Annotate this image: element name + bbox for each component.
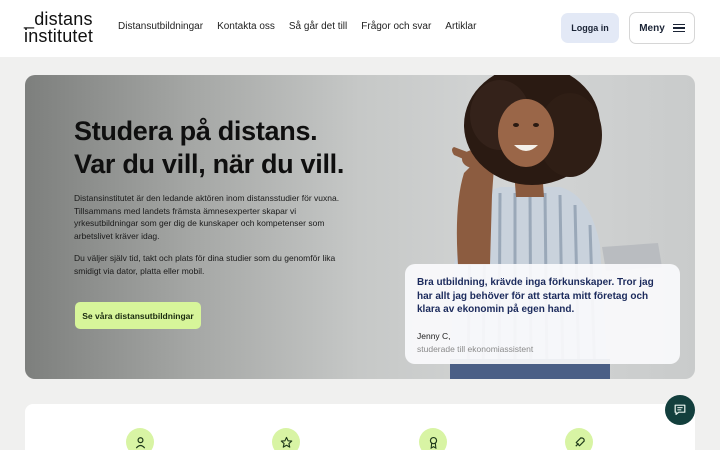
see-educations-button[interactable]: Se våra distansutbildningar (75, 302, 201, 329)
hero-title-line-2: Var du vill, när du vill. (74, 149, 345, 179)
hero-banner: Studera på distans. Var du vill, när du … (25, 75, 695, 379)
nav-distansutbildningar[interactable]: Distansutbildningar (118, 21, 203, 32)
nav-fragor-och-svar[interactable]: Frågor och svar (361, 21, 431, 32)
chat-icon (674, 404, 686, 415)
nav-artiklar[interactable]: Artiklar (445, 21, 476, 32)
testimonial-role: studerade till ekonomiassistent (417, 343, 534, 354)
site-logo[interactable]: _distans institutet (24, 10, 100, 46)
nav-kontakta-oss[interactable]: Kontakta oss (217, 21, 275, 32)
main-nav: Distansutbildningar Kontakta oss Så går … (118, 21, 490, 32)
login-button[interactable]: Logga in (561, 13, 619, 43)
hero-title-line-1: Studera på distans. (74, 116, 318, 146)
testimonial-quote: Bra utbildning, krävde inga förkunskaper… (417, 277, 654, 315)
testimonial-name: Jenny C, (417, 330, 451, 341)
medal-icon (419, 428, 447, 450)
hero-intro-text: Distansinstitutet är den ledande aktören… (74, 193, 340, 241)
menu-button-label: Meny (639, 22, 665, 34)
person-icon (126, 428, 154, 450)
nav-sa-gar-det-till[interactable]: Så går det till (289, 21, 347, 32)
chat-button[interactable] (665, 395, 695, 425)
hero-secondary-text: Du väljer själv tid, takt och plats för … (74, 253, 336, 276)
logo-line-2: institutet (24, 26, 94, 46)
rocket-icon (565, 428, 593, 450)
menu-button[interactable]: Meny (629, 12, 695, 44)
testimonial-card: Bra utbildning, krävde inga förkunskaper… (405, 264, 680, 364)
features-section (25, 404, 695, 450)
hero-title: Studera på distans. Var du vill, när du … (74, 115, 344, 181)
site-header: _distans institutet Distansutbildningar … (0, 0, 720, 57)
hamburger-icon (672, 23, 685, 33)
star-icon (272, 428, 300, 450)
